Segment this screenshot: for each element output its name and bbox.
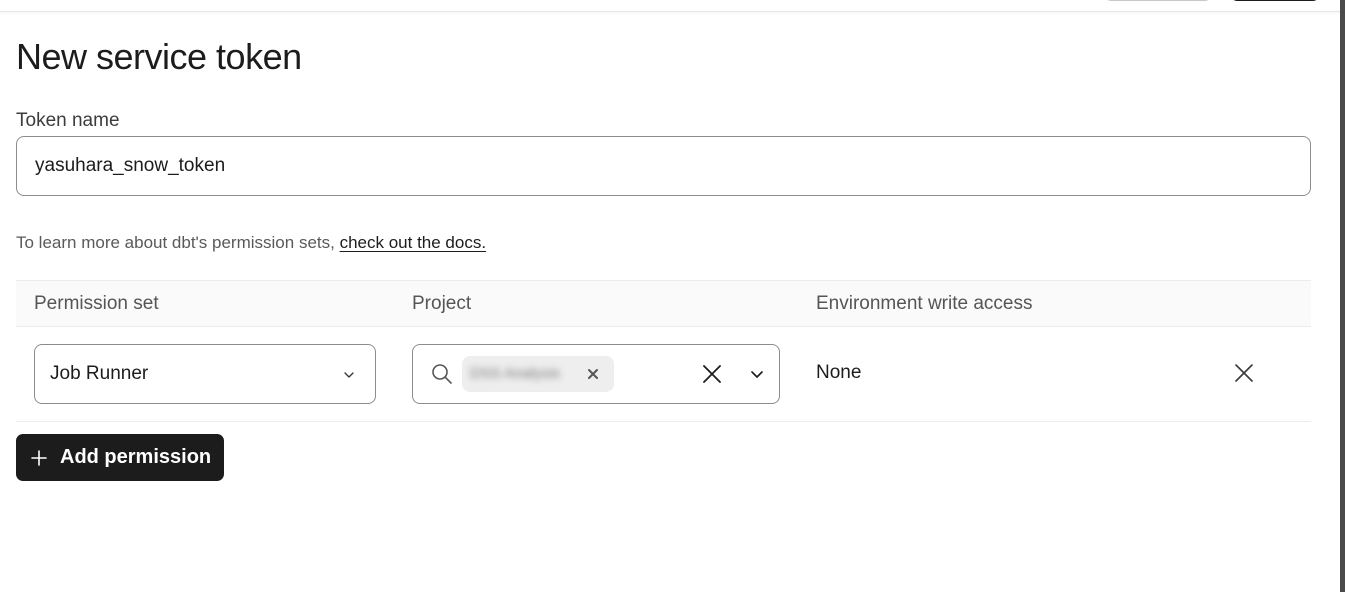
chevron-down-icon xyxy=(344,372,354,378)
token-name-input[interactable] xyxy=(16,136,1311,196)
permission-row: Job Runner DSS Analysis None xyxy=(16,327,1311,422)
plus-icon xyxy=(31,449,47,466)
help-text-body: To learn more about dbt's permission set… xyxy=(16,233,335,252)
chevron-down-icon[interactable] xyxy=(750,367,764,381)
docs-link[interactable]: check out the docs. xyxy=(340,233,486,252)
toolbar-secondary-button[interactable] xyxy=(1105,0,1211,1)
add-permission-label: Add permission xyxy=(60,446,212,468)
add-permission-button[interactable]: Add permission xyxy=(16,434,225,481)
remove-row-icon[interactable] xyxy=(1233,362,1255,384)
top-toolbar xyxy=(0,0,1340,12)
toolbar-primary-button[interactable] xyxy=(1231,0,1319,1)
project-chip: DSS Analysis xyxy=(462,356,614,392)
help-text: To learn more about dbt's permission set… xyxy=(16,233,486,253)
permission-set-select[interactable]: Job Runner xyxy=(34,344,376,404)
column-header-environment-write-access: Environment write access xyxy=(816,293,1033,314)
permissions-table-header: Permission set Project Environment write… xyxy=(16,280,1311,327)
close-icon[interactable] xyxy=(586,367,600,381)
column-header-project: Project xyxy=(412,293,472,314)
token-name-label: Token name xyxy=(16,110,120,131)
clear-icon[interactable] xyxy=(701,363,723,385)
search-icon xyxy=(432,364,452,384)
column-header-permission-set: Permission set xyxy=(34,293,159,314)
project-multiselect[interactable]: DSS Analysis xyxy=(412,344,780,404)
project-chip-label: DSS Analysis xyxy=(470,365,561,382)
environment-write-access-value: None xyxy=(816,362,862,383)
page-title: New service token xyxy=(16,36,302,77)
scrollbar[interactable] xyxy=(1340,0,1345,592)
permission-set-value: Job Runner xyxy=(50,363,149,384)
